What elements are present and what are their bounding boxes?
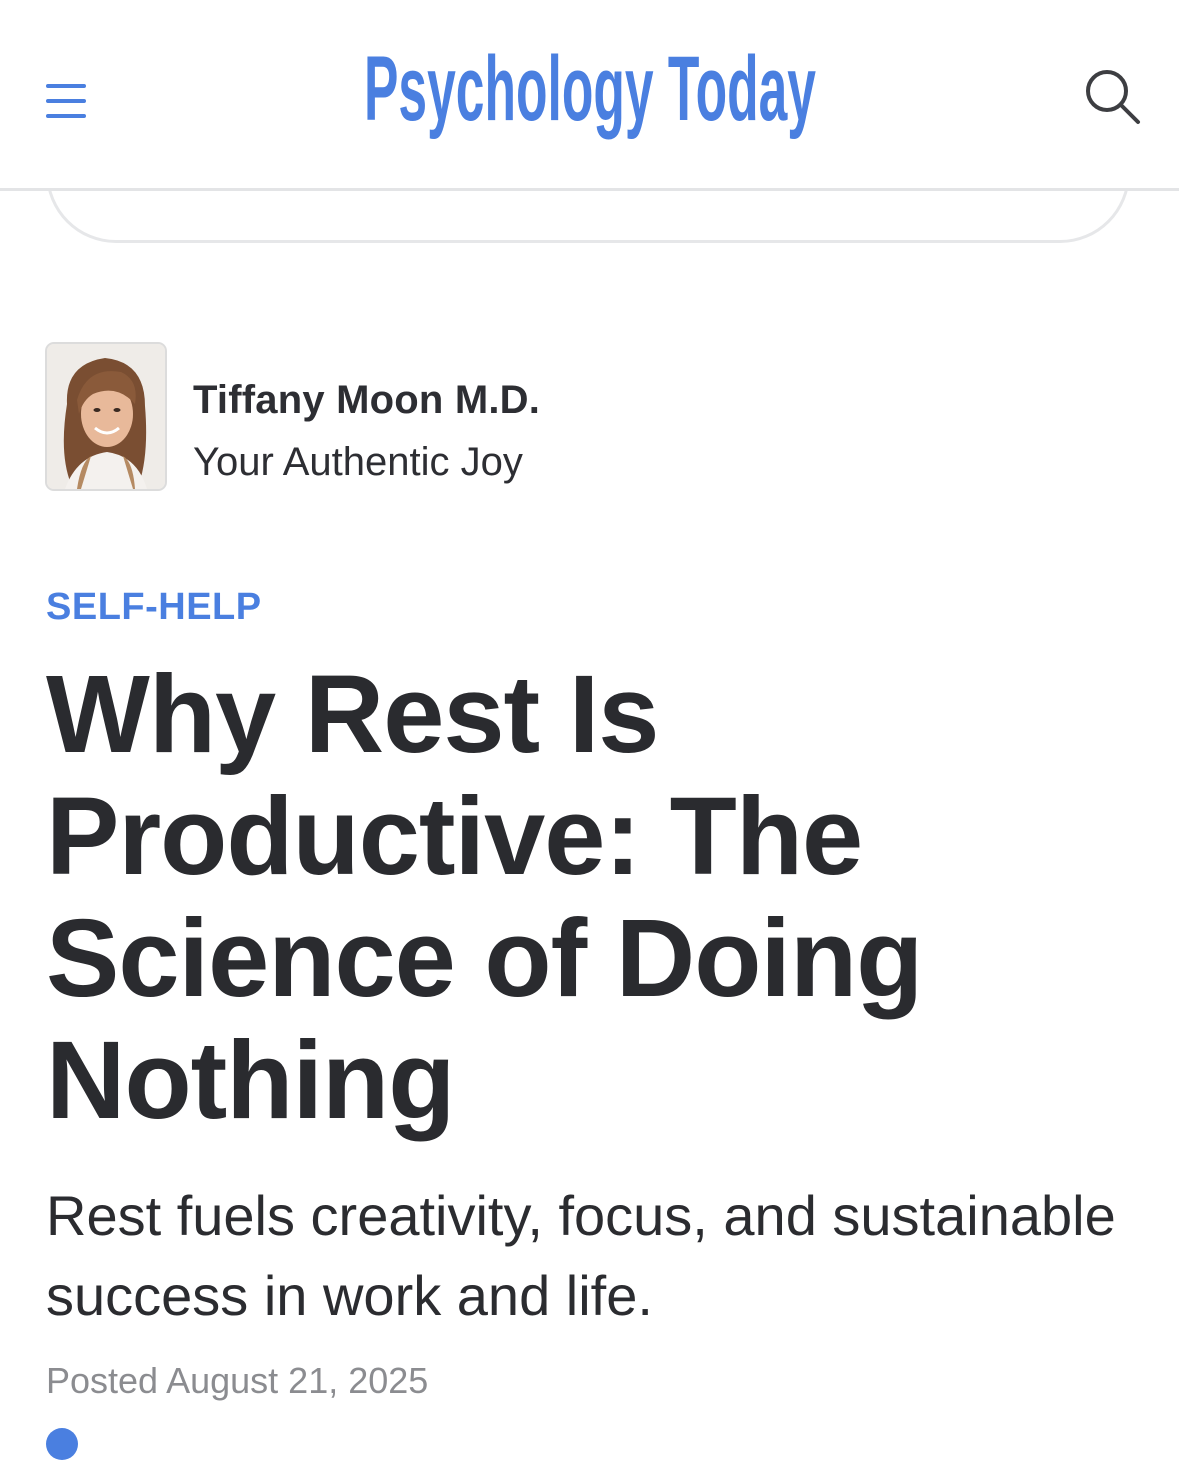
author-name[interactable]: Tiffany Moon M.D. xyxy=(193,378,540,423)
posted-date-value: August 21, 2025 xyxy=(166,1360,429,1401)
logo-text: Psychology Today xyxy=(364,50,816,140)
menu-bar xyxy=(46,99,86,103)
article-subtitle: Rest fuels creativity, focus, and sustai… xyxy=(46,1184,1116,1327)
search-icon[interactable] xyxy=(1080,62,1146,128)
menu-bar xyxy=(46,84,86,88)
share-icon[interactable] xyxy=(46,1428,78,1460)
blog-name[interactable]: Your Authentic Joy xyxy=(193,440,523,485)
category-link[interactable]: SELF-HELP xyxy=(46,586,262,629)
author-byline[interactable]: Tiffany Moon M.D. Your Authentic Joy xyxy=(45,342,745,492)
top-header: Psychology Today xyxy=(0,0,1179,191)
posted-date: Posted August 21, 2025 xyxy=(46,1360,428,1402)
psychology-today-logo[interactable]: Psychology Today xyxy=(364,50,816,140)
hamburger-menu-icon[interactable] xyxy=(40,78,92,126)
menu-bar xyxy=(46,114,86,118)
posted-label: Posted xyxy=(46,1360,159,1401)
author-avatar[interactable] xyxy=(45,342,167,491)
article-title: Why Rest Is Productive: The Science of D… xyxy=(46,653,923,1142)
